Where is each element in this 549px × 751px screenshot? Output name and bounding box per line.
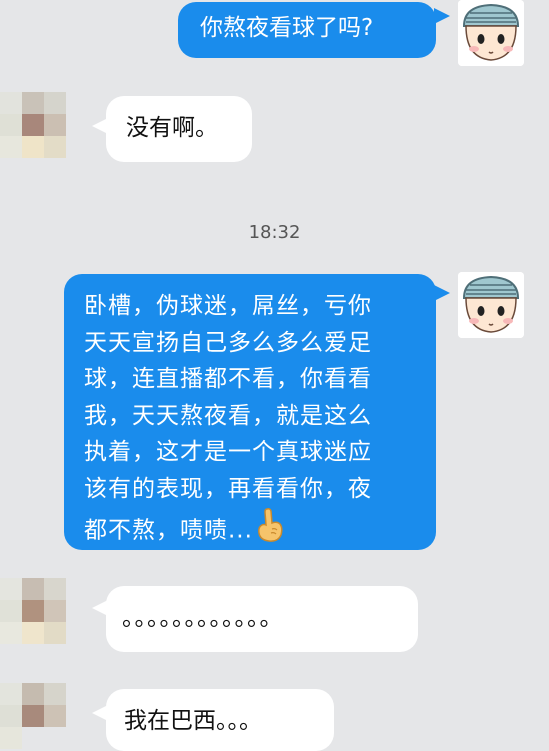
bubble-tail xyxy=(434,8,450,24)
avatar-blurred[interactable] xyxy=(0,683,90,751)
message-text-line: 该有的表现，再看看你，夜 xyxy=(84,475,372,502)
bubble-tail xyxy=(434,285,450,301)
incoming-message-bubble[interactable]: 没有啊。 xyxy=(106,96,252,162)
pointing-finger-icon xyxy=(255,507,285,555)
message-text: 你熬夜看球了吗? xyxy=(200,15,374,41)
message-text: 我在巴西。。。 xyxy=(124,708,262,734)
message-timestamp: 18:32 xyxy=(248,222,301,243)
avatar-blurred[interactable] xyxy=(0,578,90,646)
incoming-message-bubble[interactable]: 。。。。。。。。。。。。 xyxy=(106,586,418,652)
incoming-message-bubble[interactable]: 我在巴西。。。 xyxy=(106,689,334,751)
message-text: 。。。。。。。。。。。。 xyxy=(122,605,284,631)
chat-view: 你熬夜看球了吗? 没有啊。 18:32 卧槽，伪球迷，屌丝，亏你 天天宣扬自己多… xyxy=(0,0,549,751)
message-text-line: 天天宣扬自己多么多么爱足 xyxy=(84,329,372,356)
message-text-line: 球，连直播都不看，你看看 xyxy=(84,366,372,392)
message-text-line: 执着，这才是一个真球迷应 xyxy=(84,439,372,465)
message-text-line: 卧槽，伪球迷，屌丝，亏你 xyxy=(84,293,372,319)
message-text: 都不熬，啧啧... xyxy=(84,517,253,544)
message-text-line-last: 都不熬，啧啧... xyxy=(84,507,436,555)
cartoon-boy-icon xyxy=(458,0,524,66)
avatar-cartoon-boy[interactable] xyxy=(458,0,524,66)
cartoon-boy-icon xyxy=(458,272,524,338)
message-text-line: 我，天天熬夜看，就是这么 xyxy=(84,402,372,429)
outgoing-message-bubble[interactable]: 卧槽，伪球迷，屌丝，亏你 天天宣扬自己多么多么爱足 球，连直播都不看，你看看 我… xyxy=(64,274,436,550)
outgoing-message-bubble[interactable]: 你熬夜看球了吗? xyxy=(178,2,436,58)
avatar-blurred[interactable] xyxy=(0,92,90,160)
avatar-cartoon-boy[interactable] xyxy=(458,272,524,338)
message-text: 没有啊。 xyxy=(126,115,218,141)
